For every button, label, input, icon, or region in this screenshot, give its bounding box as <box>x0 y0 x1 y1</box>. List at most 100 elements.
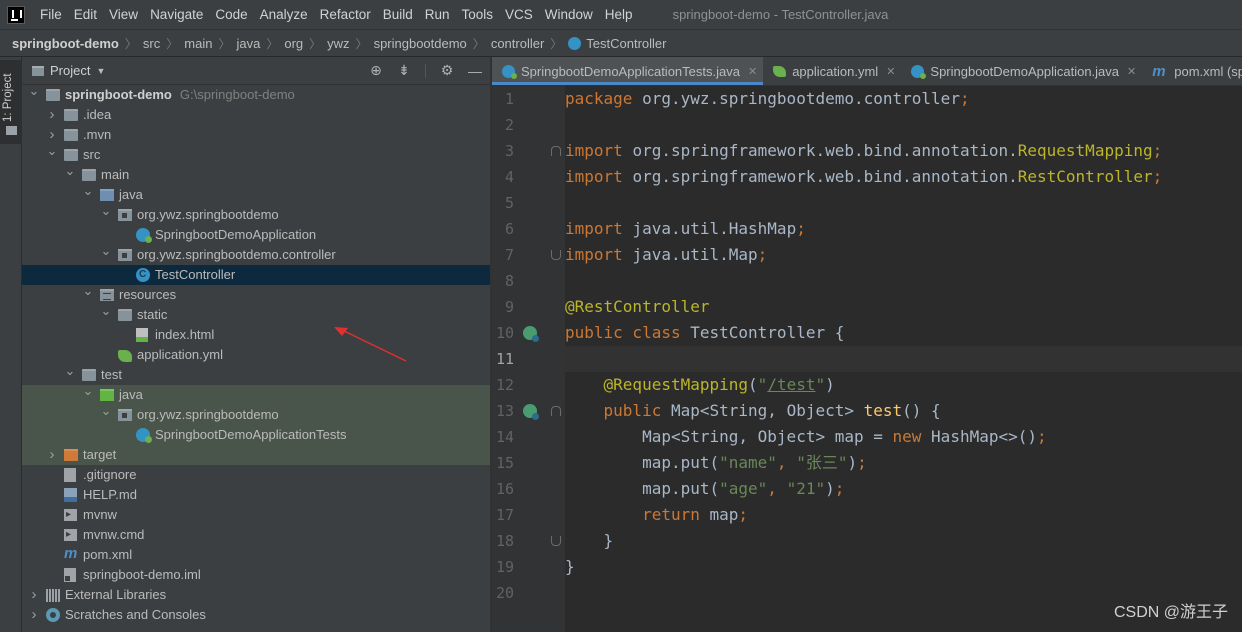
breadcrumb-item[interactable]: src <box>143 36 160 51</box>
close-icon[interactable]: ✕ <box>1127 65 1136 78</box>
chevron-down-icon[interactable]: ⌄ <box>100 301 112 321</box>
tree-row[interactable]: › Scratches and Consoles <box>22 605 490 625</box>
gutter-line: 16 <box>492 476 565 502</box>
breadcrumb-item[interactable]: springboot-demo <box>12 36 119 51</box>
tree-row[interactable]: ⌄ resources <box>22 283 490 305</box>
locate-file-icon[interactable]: ⊕ <box>369 62 383 79</box>
menu-build[interactable]: Build <box>377 0 419 29</box>
menu-navigate[interactable]: Navigate <box>144 0 209 29</box>
tree-item-name: SpringbootDemoApplicationTests <box>155 427 347 442</box>
chevron-right-icon[interactable]: › <box>28 585 40 605</box>
menu-vcs[interactable]: VCS <box>499 0 539 29</box>
chevron-down-icon[interactable]: ⌄ <box>82 281 94 301</box>
breadcrumb-item[interactable]: controller <box>491 36 544 51</box>
chevron-down-icon[interactable]: ⌄ <box>64 361 76 381</box>
hide-panel-icon[interactable]: — <box>468 63 482 79</box>
close-icon[interactable]: ✕ <box>886 65 895 78</box>
menu-refactor[interactable]: Refactor <box>314 0 377 29</box>
editor-tab[interactable]: SpringbootDemoApplicationTests.java ✕ <box>492 57 764 85</box>
code-token: org.ywz.springbootdemo.controller <box>642 89 960 108</box>
fold-marker-icon[interactable] <box>551 146 561 156</box>
tree-row[interactable]: › target <box>22 445 490 465</box>
tree-row[interactable]: mvnw.cmd <box>22 525 490 545</box>
breadcrumb-item[interactable]: TestController <box>568 36 667 51</box>
menu-file[interactable]: File <box>34 0 68 29</box>
tree-row[interactable]: › .mvn <box>22 125 490 145</box>
chevron-right-icon[interactable]: › <box>46 105 58 125</box>
gutter-line: 20 <box>492 580 565 606</box>
fold-marker-icon[interactable] <box>551 406 561 416</box>
close-icon[interactable]: ✕ <box>748 65 757 78</box>
chevron-down-icon[interactable]: ⌄ <box>100 401 112 421</box>
chevron-down-icon[interactable]: ▼ <box>96 66 105 76</box>
chevron-down-icon[interactable]: ⌄ <box>100 241 112 261</box>
code-token: test <box>863 401 903 420</box>
tree-row[interactable]: springboot-demo.iml <box>22 565 490 585</box>
line-number: 4 <box>504 168 514 186</box>
chevron-down-icon[interactable]: ⌄ <box>28 81 40 101</box>
chevron-right-icon[interactable]: › <box>46 445 58 465</box>
tree-row[interactable]: ⌄ static <box>22 303 490 325</box>
tree-row[interactable]: ⌄ src <box>22 143 490 165</box>
project-tool-window-button[interactable]: 1: Project <box>0 60 22 144</box>
breadcrumb-item[interactable]: springbootdemo <box>374 36 467 51</box>
code-editor[interactable]: package org.ywz.springbootdemo.controlle… <box>565 86 1242 632</box>
menu-tools[interactable]: Tools <box>456 0 500 29</box>
tree-row[interactable]: index.html <box>22 325 490 345</box>
tree-row[interactable]: ⌄ java <box>22 183 490 205</box>
collapse-all-icon[interactable]: ⇟ <box>397 62 411 79</box>
breadcrumb-item[interactable]: ywz <box>327 36 349 51</box>
menu-view[interactable]: View <box>103 0 144 29</box>
editor-tab[interactable]: SpringbootDemoApplication.java ✕ <box>901 57 1142 85</box>
package-icon <box>118 249 132 261</box>
project-view-selector[interactable]: Project <box>50 63 90 78</box>
tree-row[interactable]: ⌄ java <box>22 383 490 405</box>
tree-row[interactable]: › .idea <box>22 105 490 125</box>
tree-row[interactable]: application.yml <box>22 345 490 365</box>
chevron-down-icon[interactable]: ⌄ <box>82 181 94 201</box>
tree-row[interactable]: HELP.md <box>22 485 490 505</box>
editor-tab[interactable]: application.yml ✕ <box>763 57 901 85</box>
gutter-line: 15 <box>492 450 565 476</box>
menu-run[interactable]: Run <box>419 0 456 29</box>
code-token: Map<String, Object> map = <box>565 427 893 446</box>
editor-tab[interactable]: m pom.xml (sp <box>1142 57 1242 85</box>
spring-bean-icon[interactable] <box>523 404 539 420</box>
tree-row[interactable]: mvnw <box>22 505 490 525</box>
tree-row[interactable]: SpringbootDemoApplication <box>22 225 490 245</box>
breadcrumb-item[interactable]: main <box>184 36 212 51</box>
tree-row[interactable]: m pom.xml <box>22 545 490 565</box>
tree-row[interactable]: ⌄ org.ywz.springbootdemo <box>22 203 490 225</box>
fold-marker-icon[interactable] <box>551 250 561 260</box>
menu-window[interactable]: Window <box>539 0 599 29</box>
menu-analyze[interactable]: Analyze <box>254 0 314 29</box>
package-icon <box>118 409 132 421</box>
tree-row[interactable]: ⌄ springboot-demo G:\springboot-demo <box>22 83 490 105</box>
tree-row[interactable]: SpringbootDemoApplicationTests <box>22 425 490 445</box>
tree-item-label: External Libraries <box>65 585 166 605</box>
tree-item-name: target <box>83 447 117 462</box>
tree-row[interactable]: › External Libraries <box>22 585 490 605</box>
code-line: package org.ywz.springbootdemo.controlle… <box>565 86 1242 112</box>
tree-row[interactable]: ⌄ org.ywz.springbootdemo <box>22 403 490 425</box>
chevron-down-icon[interactable]: ⌄ <box>82 381 94 401</box>
fold-marker-icon[interactable] <box>551 536 561 546</box>
gear-icon[interactable]: ⚙ <box>440 62 454 79</box>
menu-code[interactable]: Code <box>209 0 253 29</box>
breadcrumb-item[interactable]: java <box>236 36 260 51</box>
code-token: import <box>565 141 633 160</box>
spring-bean-icon[interactable] <box>523 326 539 342</box>
breadcrumb-item[interactable]: org <box>284 36 303 51</box>
menu-help[interactable]: Help <box>599 0 639 29</box>
tree-row[interactable]: ⌄ org.ywz.springbootdemo.controller <box>22 243 490 265</box>
gutter-line: 3 <box>492 138 565 164</box>
tree-row[interactable]: .gitignore <box>22 465 490 485</box>
menu-edit[interactable]: Edit <box>68 0 103 29</box>
tree-item-label: mvnw <box>83 505 117 525</box>
editor-tab-label: SpringbootDemoApplicationTests.java <box>521 63 740 79</box>
chevron-right-icon[interactable]: › <box>28 605 40 625</box>
chevron-down-icon[interactable]: ⌄ <box>64 161 76 181</box>
chevron-down-icon[interactable]: ⌄ <box>100 201 112 221</box>
chevron-down-icon[interactable]: ⌄ <box>46 141 58 161</box>
code-line: Map<String, Object> map = new HashMap<>(… <box>565 424 1242 450</box>
